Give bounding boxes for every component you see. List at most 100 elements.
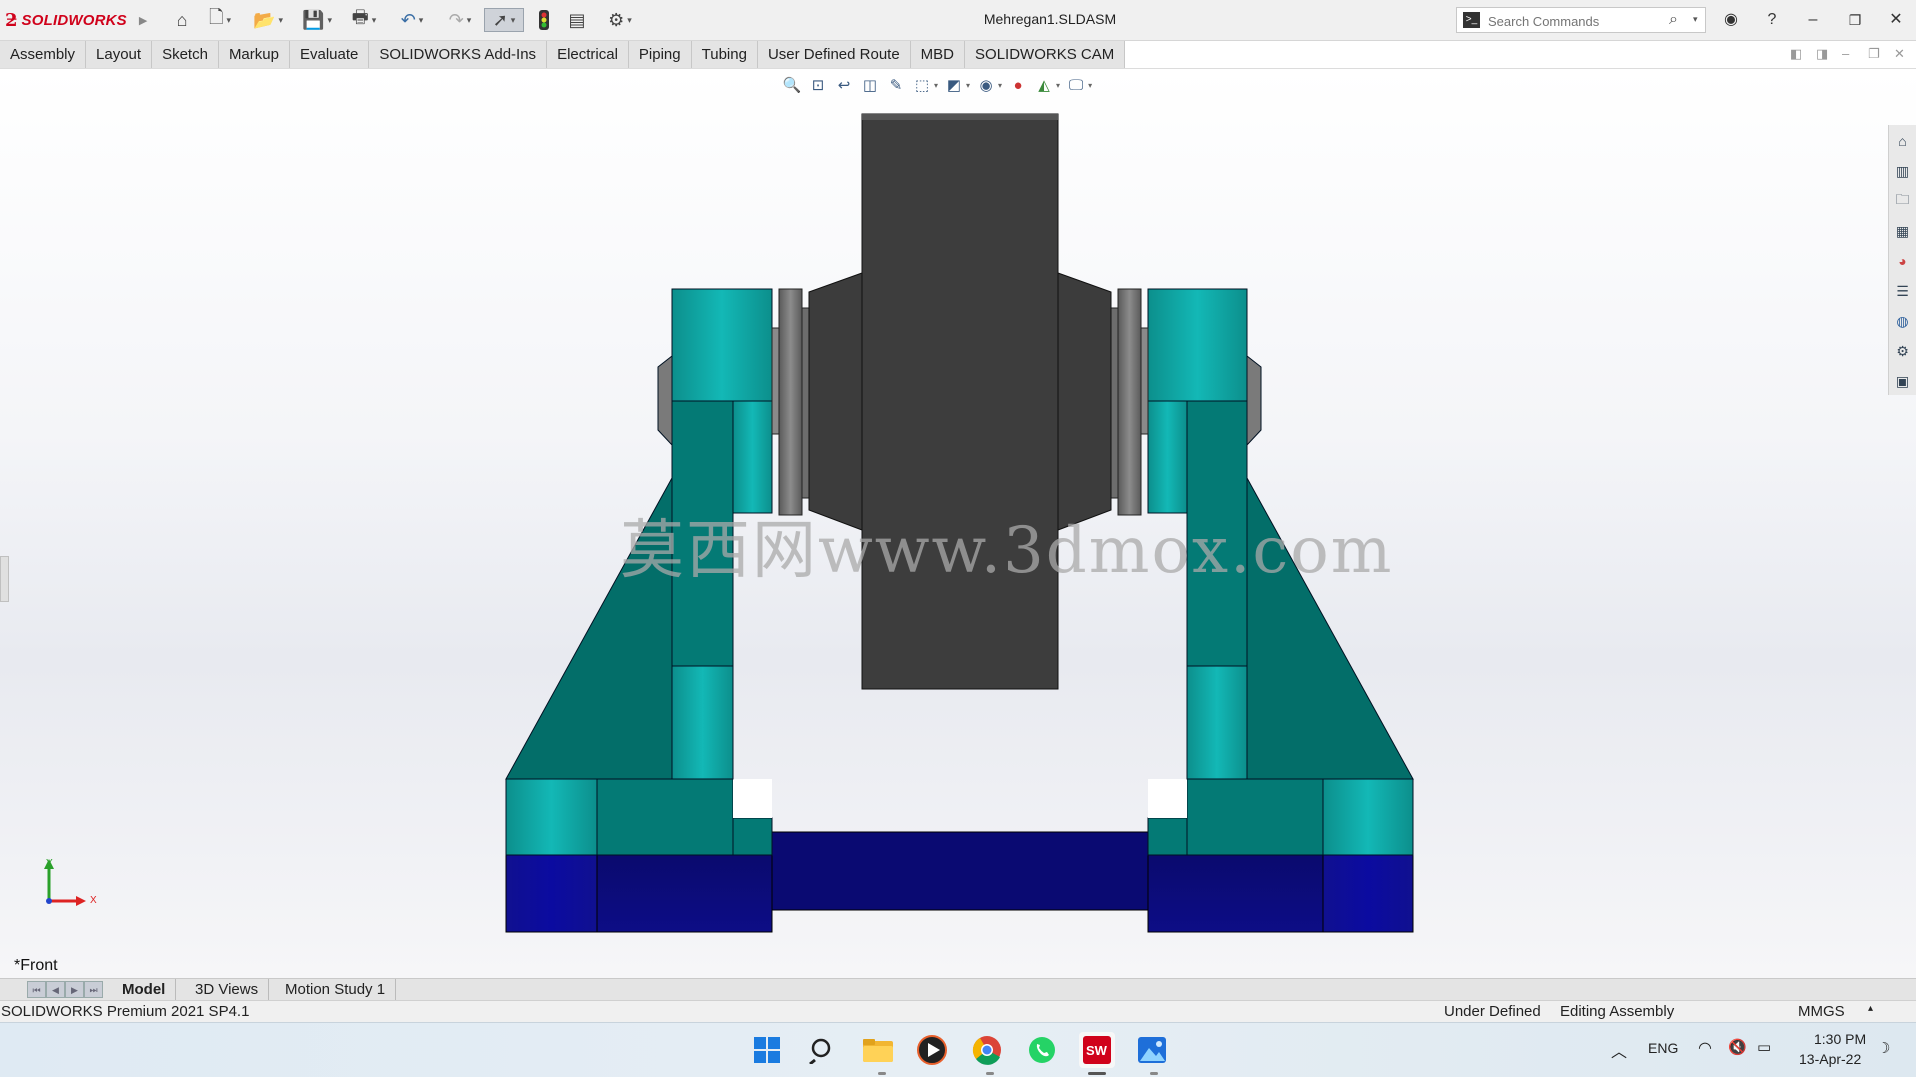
doc-minimize-icon[interactable]: – bbox=[1842, 46, 1849, 61]
language-indicator[interactable]: ENG bbox=[1648, 1040, 1678, 1056]
previous-tab-icon[interactable]: ◀ bbox=[46, 981, 65, 998]
close-button[interactable]: ✕ bbox=[1882, 8, 1910, 32]
tab-tubing[interactable]: Tubing bbox=[692, 41, 758, 68]
battery-icon[interactable]: ▭ bbox=[1757, 1038, 1771, 1056]
menu-expand-arrow-icon[interactable]: ▶ bbox=[139, 14, 147, 27]
file-properties-icon[interactable]: ▤ bbox=[566, 8, 588, 32]
dynamic-annotation-icon[interactable]: ✎ bbox=[886, 75, 906, 95]
options-button[interactable]: ⚙ ▾ bbox=[600, 8, 640, 32]
user-account-icon[interactable]: ◉ bbox=[1717, 8, 1745, 32]
tile-right-icon[interactable]: ◨ bbox=[1816, 46, 1828, 62]
show-hidden-icons-chevron-icon[interactable]: ︿ bbox=[1611, 1038, 1627, 1062]
rebuild-traffic-light-icon[interactable] bbox=[534, 8, 554, 32]
zoom-to-area-icon[interactable]: ⊡ bbox=[808, 75, 828, 95]
dropdown-arrow-icon[interactable]: ▾ bbox=[226, 15, 231, 26]
dropdown-arrow-icon[interactable]: ▾ bbox=[467, 15, 472, 26]
previous-view-icon[interactable]: ↩ bbox=[834, 75, 854, 95]
help-icon[interactable]: ? bbox=[1758, 8, 1786, 32]
view-palette-icon[interactable]: ▦ bbox=[1893, 221, 1913, 241]
view-orientation-icon[interactable]: ⬚ bbox=[912, 75, 932, 95]
dropdown-arrow-icon[interactable]: ▾ bbox=[511, 15, 516, 26]
clock-time[interactable]: 1:30 PM bbox=[1814, 1031, 1866, 1047]
dropdown-arrow-icon[interactable]: ▾ bbox=[372, 15, 377, 26]
clock-date[interactable]: 13-Apr-22 bbox=[1799, 1051, 1861, 1067]
solidworks-taskbar-icon[interactable]: SW bbox=[1079, 1032, 1115, 1068]
forum-icon[interactable]: ◍ bbox=[1893, 311, 1913, 331]
search-icon[interactable]: ⌕ bbox=[1669, 11, 1678, 29]
solidworks-resources-icon[interactable]: ⌂ bbox=[1893, 131, 1913, 151]
tab-solidworks-cam[interactable]: SOLIDWORKS CAM bbox=[965, 41, 1126, 68]
design-library-icon[interactable]: ▥ bbox=[1893, 161, 1913, 181]
apply-scene-icon[interactable]: ◭ bbox=[1034, 75, 1054, 95]
next-tab-icon[interactable]: ▶ bbox=[65, 981, 84, 998]
volume-muted-icon[interactable]: 🔇 bbox=[1728, 1038, 1747, 1056]
view-settings-icon[interactable]: 🖵 bbox=[1066, 75, 1086, 95]
wifi-icon[interactable]: ◠ bbox=[1698, 1038, 1712, 1058]
tile-left-icon[interactable]: ◧ bbox=[1790, 46, 1802, 62]
notifications-icon[interactable]: ☽ bbox=[1877, 1039, 1890, 1057]
search-taskbar-icon[interactable] bbox=[805, 1032, 841, 1068]
units-menu-arrow-icon[interactable]: ▴ bbox=[1868, 1003, 1873, 1014]
doc-close-icon[interactable]: ✕ bbox=[1894, 46, 1905, 62]
home-icon[interactable]: ⌂ bbox=[170, 8, 194, 32]
tab-model[interactable]: Model bbox=[112, 979, 177, 1001]
feature-manager-collapse-handle[interactable] bbox=[0, 556, 9, 602]
tab-user-defined-route[interactable]: User Defined Route bbox=[758, 41, 911, 68]
dropdown-arrow-icon[interactable]: ▾ bbox=[419, 15, 424, 26]
file-explorer-icon[interactable]: 🗀 bbox=[1893, 191, 1913, 211]
search-dropdown-icon[interactable]: ▾ bbox=[1693, 14, 1698, 25]
appearances-icon[interactable]: ◕ bbox=[1893, 251, 1913, 271]
zoom-to-fit-icon[interactable]: 🔍 bbox=[782, 75, 802, 95]
tab-3d-views[interactable]: 3D Views bbox=[185, 979, 270, 1001]
right-bearing-rings[interactable] bbox=[1110, 288, 1149, 516]
open-button[interactable]: 📂 ▾ bbox=[248, 8, 288, 32]
tab-solidworks-addins[interactable]: SOLIDWORKS Add-Ins bbox=[369, 41, 548, 68]
tab-assembly[interactable]: Assembly bbox=[0, 41, 87, 68]
edit-appearance-icon[interactable]: ● bbox=[1008, 75, 1028, 95]
whatsapp-taskbar-icon[interactable] bbox=[1024, 1032, 1060, 1068]
save-button[interactable]: 💾 ▾ bbox=[297, 8, 337, 32]
search-input[interactable] bbox=[1486, 10, 1660, 32]
doc-restore-icon[interactable]: ❐ bbox=[1868, 46, 1880, 62]
photos-taskbar-icon[interactable] bbox=[1134, 1032, 1170, 1068]
print-button[interactable]: 🖶 ▾ bbox=[344, 7, 384, 32]
section-view-icon[interactable]: ◫ bbox=[860, 75, 880, 95]
undo-button[interactable]: ↶ ▾ bbox=[392, 8, 432, 32]
dropdown-arrow-icon[interactable]: ▾ bbox=[327, 15, 332, 26]
left-bearing-rings[interactable] bbox=[771, 288, 810, 516]
search-commands-box[interactable]: >_ ⌕ ▾ bbox=[1456, 7, 1706, 33]
dropdown-arrow-icon[interactable]: ▾ bbox=[934, 81, 938, 90]
tab-mbd[interactable]: MBD bbox=[911, 41, 966, 68]
solidworks-logo[interactable]: ƻ SOLIDWORKS ▶ bbox=[5, 8, 147, 32]
dropdown-arrow-icon[interactable]: ▾ bbox=[278, 15, 283, 26]
minimize-button[interactable]: – bbox=[1799, 8, 1827, 32]
dropdown-arrow-icon[interactable]: ▾ bbox=[1088, 81, 1092, 90]
tab-evaluate[interactable]: Evaluate bbox=[290, 41, 370, 68]
graphics-area[interactable]: 莫西网www.3dmox.com Y X bbox=[0, 69, 1916, 978]
redo-button[interactable]: ↷ ▾ bbox=[440, 8, 480, 32]
dropdown-arrow-icon[interactable]: ▾ bbox=[966, 81, 970, 90]
hide-show-items-icon[interactable]: ◉ bbox=[976, 75, 996, 95]
file-explorer-taskbar-icon[interactable] bbox=[860, 1032, 896, 1068]
display-style-icon[interactable]: ◩ bbox=[944, 75, 964, 95]
tab-motion-study-1[interactable]: Motion Study 1 bbox=[275, 979, 397, 1001]
central-roller[interactable] bbox=[861, 113, 1059, 690]
restore-button[interactable]: ❐ bbox=[1841, 8, 1869, 32]
solidworks-cam-icon[interactable]: ⚙ bbox=[1893, 341, 1913, 361]
select-button[interactable]: ➚ ▾ bbox=[484, 8, 524, 32]
unit-system[interactable]: MMGS bbox=[1798, 1003, 1845, 1020]
media-player-taskbar-icon[interactable] bbox=[914, 1032, 950, 1068]
dropdown-arrow-icon[interactable]: ▾ bbox=[998, 81, 1002, 90]
tab-piping[interactable]: Piping bbox=[629, 41, 692, 68]
3dexperience-marketplace-icon[interactable]: ▣ bbox=[1893, 371, 1913, 391]
custom-properties-icon[interactable]: ☰ bbox=[1893, 281, 1913, 301]
first-tab-icon[interactable]: ⏮ bbox=[27, 981, 46, 998]
last-tab-icon[interactable]: ⏭ bbox=[84, 981, 103, 998]
dropdown-arrow-icon[interactable]: ▾ bbox=[627, 15, 632, 26]
tab-electrical[interactable]: Electrical bbox=[547, 41, 629, 68]
dropdown-arrow-icon[interactable]: ▾ bbox=[1056, 81, 1060, 90]
tab-sketch[interactable]: Sketch bbox=[152, 41, 219, 68]
new-document-button[interactable]: 🗋 ▾ bbox=[203, 7, 237, 32]
chrome-taskbar-icon[interactable] bbox=[969, 1032, 1005, 1068]
tab-layout[interactable]: Layout bbox=[86, 41, 153, 68]
